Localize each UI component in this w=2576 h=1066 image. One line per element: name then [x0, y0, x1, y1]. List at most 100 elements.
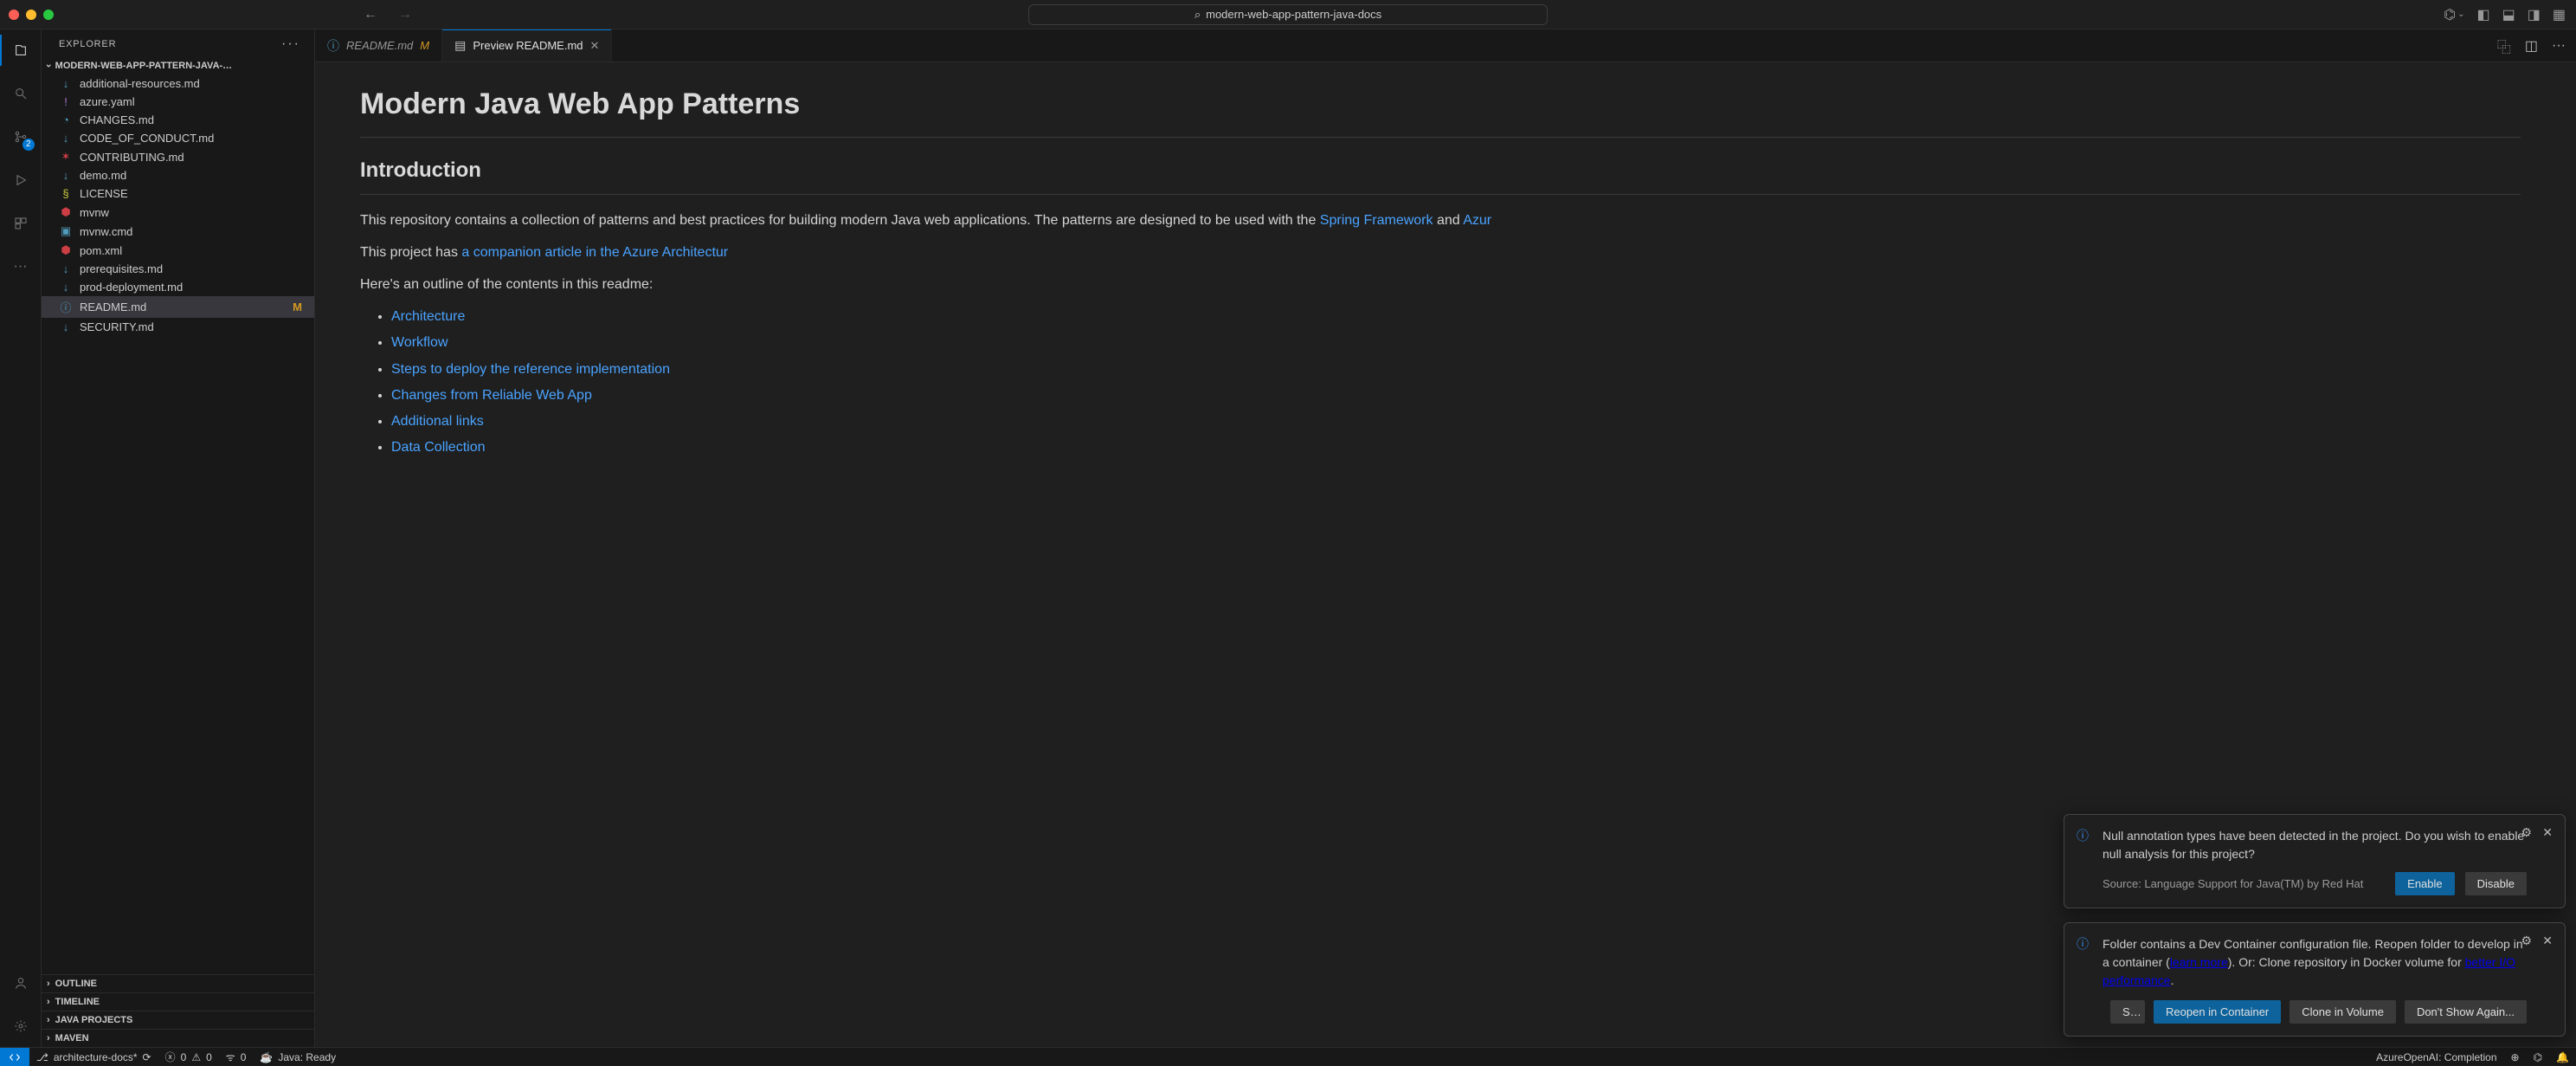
maximize-window-icon[interactable] [43, 10, 54, 20]
file-icon: § [59, 187, 73, 200]
file-icon: ! [59, 95, 73, 108]
panel-left-icon[interactable]: ◧ [2477, 6, 2490, 23]
sidebar: EXPLORER ··· MODERN-WEB-APP-PATTERN-JAVA… [42, 29, 315, 1047]
editor-tab[interactable]: ▤ Preview README.md ✕ [442, 29, 612, 61]
debug-icon[interactable] [9, 168, 33, 192]
tab-more-icon[interactable]: ··· [2552, 38, 2566, 54]
file-row[interactable]: § LICENSE [42, 184, 314, 203]
scm-icon[interactable]: 2 [9, 125, 33, 149]
remote-icon[interactable] [0, 1048, 29, 1066]
file-row[interactable]: ⬢ pom.xml [42, 241, 314, 260]
toc-link[interactable]: Architecture [391, 309, 465, 324]
link-spring[interactable]: Spring Framework [1320, 213, 1433, 228]
nav-forward-icon[interactable]: → [398, 7, 412, 23]
antenna-icon: ᯤ [226, 1050, 235, 1064]
chevron-right-icon [47, 979, 50, 989]
close-icon[interactable]: ✕ [2542, 934, 2553, 948]
sidebar-section[interactable]: OUTLINE [42, 974, 314, 992]
disable-button[interactable]: Disable [2465, 872, 2527, 895]
file-row[interactable]: ↓ prod-deployment.md [42, 278, 314, 296]
info-icon: ⓘ [2077, 827, 2089, 844]
bell-icon[interactable]: 🔔 [2549, 1051, 2576, 1063]
file-row[interactable]: ⓘ README.md M [42, 296, 314, 318]
explorer-more-icon[interactable]: ··· [281, 36, 300, 52]
nav-back-icon[interactable]: ← [364, 7, 377, 23]
panel-bottom-icon[interactable]: ⬓ [2502, 6, 2515, 23]
tab-bar: ⓘ README.md M ▤ Preview README.md ✕ ⿻ ◫ … [315, 29, 2576, 62]
file-row[interactable]: ↓ demo.md [42, 166, 314, 184]
editor-area: ⓘ README.md M ▤ Preview README.md ✕ ⿻ ◫ … [315, 29, 2576, 1047]
sidebar-section[interactable]: MAVEN [42, 1029, 314, 1047]
command-center[interactable]: ⌕ modern-web-app-pattern-java-docs [1028, 4, 1548, 25]
search-activity-icon[interactable] [9, 81, 33, 106]
file-name: azure.yaml [80, 95, 307, 108]
azure-openai-status[interactable]: AzureOpenAI: Completion [2369, 1051, 2503, 1063]
folder-header[interactable]: MODERN-WEB-APP-PATTERN-JAVA-… [42, 57, 314, 74]
file-row[interactable]: ✶ CONTRIBUTING.md [42, 147, 314, 166]
link-azure[interactable]: Azur [1463, 213, 1491, 228]
clone-volume-button[interactable]: Clone in Volume [2289, 1000, 2396, 1024]
settings-gear-icon[interactable] [9, 1014, 33, 1038]
panel-right-icon[interactable]: ◨ [2528, 6, 2541, 23]
explorer-icon[interactable] [9, 38, 33, 62]
extensions-icon[interactable] [9, 211, 33, 236]
file-icon: ↓ [59, 77, 73, 90]
gear-icon[interactable]: ⚙ [2521, 934, 2532, 948]
file-name: additional-resources.md [80, 77, 307, 90]
toc-item: Changes from Reliable Web App [391, 384, 2521, 407]
file-row[interactable]: ◔ CHANGES.md [42, 111, 314, 129]
toc-item: Workflow [391, 331, 2521, 354]
tab-close-icon[interactable]: ✕ [590, 39, 600, 53]
toc-link[interactable]: Workflow [391, 335, 448, 350]
section-label: JAVA PROJECTS [55, 1015, 133, 1025]
file-row[interactable]: ▣ mvnw.cmd [42, 222, 314, 241]
toc-link[interactable]: Steps to deploy the reference implementa… [391, 362, 670, 377]
open-changes-icon[interactable]: ⿻ [2497, 36, 2511, 56]
gear-icon[interactable]: ⚙ [2521, 825, 2532, 840]
file-row[interactable]: ⬢ mvnw [42, 203, 314, 222]
explorer-title: EXPLORER [59, 39, 116, 49]
sidebar-section[interactable]: TIMELINE [42, 992, 314, 1011]
tab-label: Preview README.md [473, 39, 583, 52]
copilot-status-icon[interactable]: ⌬ [2527, 1051, 2549, 1063]
layout-icon[interactable]: ▦ [2553, 6, 2566, 23]
error-icon: ⓧ [165, 1050, 176, 1064]
toc-link[interactable]: Changes from Reliable Web App [391, 388, 592, 403]
ports-status[interactable]: ᯤ0 [219, 1050, 254, 1064]
file-row[interactable]: ! azure.yaml [42, 93, 314, 111]
file-row[interactable]: ↓ additional-resources.md [42, 74, 314, 93]
close-window-icon[interactable] [9, 10, 19, 20]
file-row[interactable]: ↓ prerequisites.md [42, 260, 314, 278]
file-row[interactable]: ↓ CODE_OF_CONDUCT.md [42, 129, 314, 147]
problems-status[interactable]: ⓧ0 ⚠0 [158, 1050, 219, 1064]
split-editor-icon[interactable]: ◫ [2525, 37, 2538, 55]
file-name: pom.xml [80, 244, 307, 257]
minimize-window-icon[interactable] [26, 10, 36, 20]
file-name: demo.md [80, 169, 307, 182]
close-icon[interactable]: ✕ [2542, 825, 2553, 840]
more-icon[interactable]: ··· [9, 255, 33, 279]
java-status[interactable]: ☕Java: Ready [253, 1051, 343, 1063]
title-bar: ← → ⌕ modern-web-app-pattern-java-docs ⌬… [0, 0, 2576, 29]
zoom-icon[interactable]: ⊕ [2504, 1051, 2527, 1063]
dont-show-again-button[interactable]: Don't Show Again... [2405, 1000, 2527, 1024]
sidebar-section[interactable]: JAVA PROJECTS [42, 1011, 314, 1029]
file-name: mvnw [80, 206, 307, 219]
toc-link[interactable]: Additional links [391, 414, 484, 429]
scm-badge: 2 [23, 139, 35, 151]
account-icon[interactable] [9, 971, 33, 995]
enable-button[interactable]: Enable [2395, 872, 2454, 895]
notification-source: Source: Language Support for Java(TM) by… [2103, 877, 2385, 890]
link-article[interactable]: a companion article in the Azure Archite… [461, 245, 728, 260]
toc-link[interactable]: Data Collection [391, 440, 486, 455]
branch-status[interactable]: ⎇ architecture-docs* ⟳ [29, 1051, 158, 1063]
file-row[interactable]: ↓ SECURITY.md [42, 318, 314, 336]
source-button[interactable]: S… [2110, 1000, 2145, 1024]
sync-icon[interactable]: ⟳ [143, 1051, 151, 1063]
editor-tab[interactable]: ⓘ README.md M [315, 29, 442, 61]
notification-dev-container: ⓘ ⚙ ✕ Folder contains a Dev Container co… [2064, 922, 2566, 1037]
copilot-icon[interactable]: ⌬ ⌄ [2444, 6, 2464, 23]
preview-paragraph: Here's an outline of the contents in thi… [360, 273, 2521, 296]
link-learn-more[interactable]: learn more [2170, 955, 2228, 969]
reopen-container-button[interactable]: Reopen in Container [2154, 1000, 2281, 1024]
